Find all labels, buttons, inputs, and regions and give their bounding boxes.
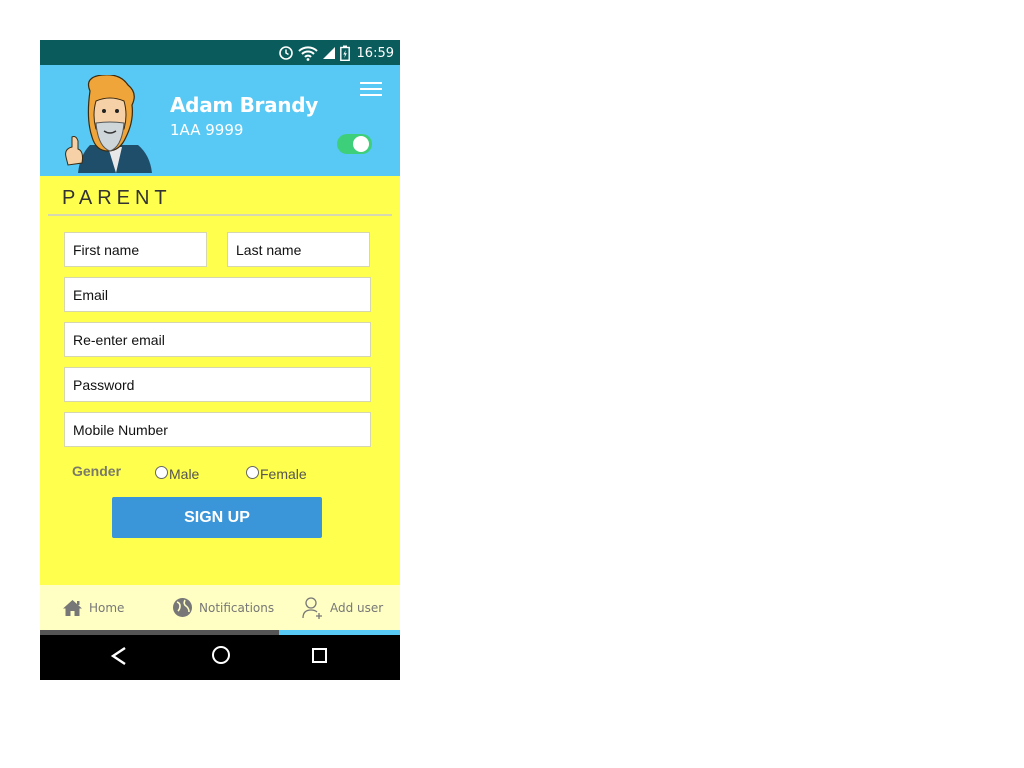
password-input[interactable] <box>64 367 371 402</box>
bottom-navigation: Home Notifications Add user <box>40 585 400 630</box>
profile-header: Adam Brandy 1AA 9999 <box>40 65 400 176</box>
gender-radio-female[interactable]: Female <box>246 465 307 482</box>
last-name-input[interactable] <box>227 232 370 267</box>
add-user-icon <box>302 596 322 619</box>
status-icons: 16:59 <box>278 44 394 62</box>
user-avatar <box>65 75 152 173</box>
recents-icon[interactable] <box>308 644 332 668</box>
nav-label: Notifications <box>199 600 275 615</box>
back-icon[interactable] <box>107 644 131 668</box>
alarm-icon <box>278 46 293 60</box>
section-divider <box>48 214 392 216</box>
sign-up-button[interactable]: SIGN UP <box>112 497 322 538</box>
globe-icon <box>173 598 192 617</box>
home-circle-icon[interactable] <box>209 644 233 668</box>
status-toggle[interactable] <box>337 134 372 154</box>
radio-circle-icon <box>246 465 259 479</box>
hamburger-menu-icon[interactable] <box>360 82 382 98</box>
gender-label: Gender <box>72 463 122 479</box>
first-name-input[interactable] <box>64 232 207 267</box>
user-name: Adam Brandy <box>170 93 318 117</box>
battery-icon <box>339 45 350 61</box>
toggle-knob <box>353 136 369 152</box>
radio-circle-icon <box>155 465 168 479</box>
nav-item-add-user[interactable]: Add user <box>302 585 383 630</box>
nav-label: Home <box>89 600 125 615</box>
nav-label: Add user <box>330 600 384 615</box>
email-input[interactable] <box>64 277 371 312</box>
gender-option-label: Male <box>169 466 200 482</box>
gender-radio-male[interactable]: Male <box>155 465 200 482</box>
status-bar: 16:59 <box>40 40 400 65</box>
signal-icon <box>322 47 335 59</box>
user-id: 1AA 9999 <box>170 121 244 139</box>
mobile-number-input[interactable] <box>64 412 371 447</box>
home-icon <box>63 599 82 616</box>
status-time: 16:59 <box>356 45 394 61</box>
phone-screen: 16:59 Adam Brandy 1AA 9999 PARENT Gender <box>40 40 400 680</box>
gender-option-label: Female <box>260 466 307 482</box>
system-navigation-bar <box>40 635 400 680</box>
wifi-icon <box>297 46 318 61</box>
reenter-email-input[interactable] <box>64 322 371 357</box>
nav-item-notifications[interactable]: Notifications <box>172 585 274 630</box>
section-title: PARENT <box>62 187 172 209</box>
nav-item-home[interactable]: Home <box>62 585 124 630</box>
